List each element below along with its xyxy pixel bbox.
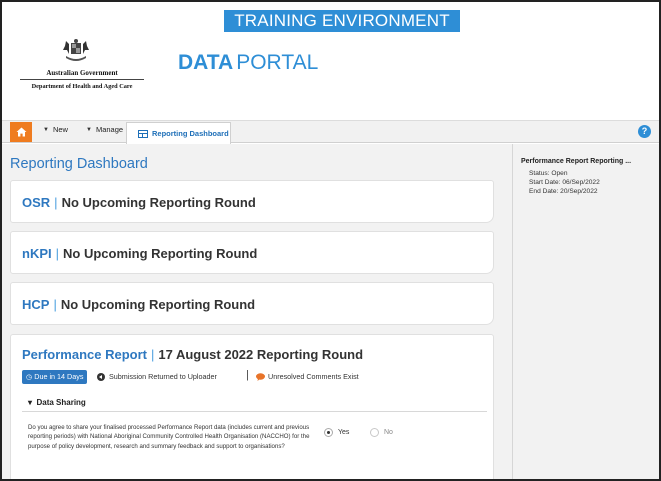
manage-menu[interactable]: ▼ Manage [86, 125, 123, 134]
caret-down-icon: ▼ [43, 126, 49, 133]
card-nkpi: nKPI | No Upcoming Reporting Round [10, 231, 494, 274]
returned-status-label: Submission Returned to Uploader [109, 372, 217, 381]
government-logo: Australian Government Department of Heal… [12, 38, 152, 96]
radio-no-label: No [384, 429, 393, 436]
card-performance-report: Performance Report | 17 August 2022 Report… [10, 334, 494, 479]
home-icon [16, 127, 26, 137]
comments-status-label: Unresolved Comments Exist [268, 372, 359, 381]
help-icon[interactable]: ? [638, 125, 651, 138]
radio-button [324, 428, 333, 437]
main-content: Reporting Dashboard OSR | No Upcoming Repo… [2, 144, 512, 479]
training-environment-banner: TRAINING ENVIRONMENT [224, 10, 460, 32]
radio-yes-label: Yes [338, 429, 350, 436]
top-navbar: ▼ New ▼ Manage Reporting Dashboard ? [2, 120, 659, 144]
comments-icon [256, 372, 265, 381]
card-text: No Upcoming Reporting Round [61, 195, 256, 210]
card-osr: OSR | No Upcoming Reporting Round [10, 180, 494, 223]
brand-light: PORTAL [236, 51, 319, 74]
coat-of-arms-icon [63, 39, 89, 61]
logo-divider [20, 79, 144, 80]
new-menu[interactable]: ▼ New [43, 125, 68, 134]
radio-button [370, 428, 379, 437]
card-title: Performance Report | 17 August 2022 Report… [22, 347, 363, 362]
government-name: Australian Government [46, 69, 118, 77]
new-menu-label: New [52, 125, 68, 134]
card-code: Performance Report [22, 347, 147, 362]
title-separator: | [55, 246, 60, 261]
card-title: nKPI | No Upcoming Reporting Round [22, 246, 257, 261]
comments-status: Unresolved Comments Exist [256, 372, 359, 381]
page-title: Reporting Dashboard [10, 156, 148, 172]
data-sharing-toggle[interactable]: ▾ Data Sharing [28, 398, 86, 407]
card-code: HCP [22, 297, 50, 312]
caret-down-icon: ▼ [86, 126, 92, 133]
department-name: Department of Health and Aged Care [31, 83, 133, 90]
card-text: No Upcoming Reporting Round [63, 246, 258, 261]
tab-reporting-dashboard[interactable]: Reporting Dashboard [126, 122, 231, 144]
title-separator: | [150, 347, 155, 362]
card-title: OSR | No Upcoming Reporting Round [22, 195, 256, 210]
sidebar-end-date: End Date: 20/Sep/2022 [529, 188, 598, 195]
sidebar-title[interactable]: Performance Report Reporting ... [521, 158, 631, 165]
due-badge-label: Due in 14 Days [34, 372, 84, 381]
sidebar-status: Status: Open [529, 170, 568, 177]
status-separator: | [246, 369, 249, 381]
manage-menu-label: Manage [95, 125, 124, 134]
card-code: OSR [22, 195, 51, 210]
sidebar-start-date: Start Date: 06/Sep/2022 [529, 179, 600, 186]
sidebar: Performance Report Reporting ... Status:… [512, 144, 659, 479]
dashboard-icon [138, 129, 148, 138]
home-button[interactable] [10, 122, 32, 142]
radio-no[interactable]: No [370, 428, 393, 437]
radio-yes[interactable]: Yes [324, 428, 349, 437]
window-frame: TRAINING ENVIRONMENT Australian Governme… [0, 0, 661, 481]
brand-strong: DATA [178, 51, 234, 74]
section-label: Data Sharing [36, 398, 86, 407]
return-icon [97, 372, 105, 381]
card-title: HCP | No Upcoming Reporting Round [22, 297, 255, 312]
returned-status: Submission Returned to Uploader [97, 372, 217, 381]
title-separator: | [54, 195, 58, 210]
card-code: nKPI [22, 246, 52, 261]
title-separator: | [53, 297, 57, 312]
data-portal-brand[interactable]: DATA PORTAL [178, 51, 318, 75]
due-badge: ◷ Due in 14 Days [22, 370, 88, 384]
card-text: 17 August 2022 Reporting Round [158, 347, 364, 362]
card-hcp: HCP | No Upcoming Reporting Round [10, 282, 494, 325]
data-sharing-question: Do you agree to share your finalised pro… [28, 424, 310, 450]
section-divider [22, 411, 487, 412]
tab-reporting-dashboard-label: Reporting Dashboard [152, 129, 229, 138]
card-text: No Upcoming Reporting Round [60, 297, 256, 312]
